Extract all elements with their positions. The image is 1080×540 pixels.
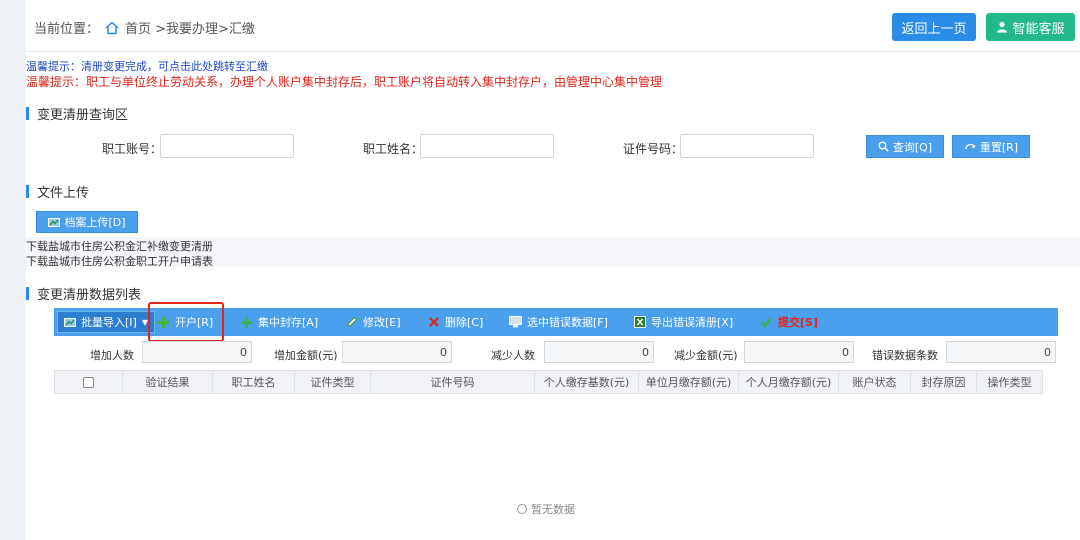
account-input[interactable]: [160, 134, 294, 158]
central-seal-button[interactable]: 集中封存[A]: [240, 308, 318, 336]
column-header[interactable]: 账户状态: [839, 371, 911, 393]
back-button-label: 返回上一页: [901, 21, 967, 37]
delete-button[interactable]: 删除[C]: [428, 308, 483, 336]
query-section-title-text: 变更清册查询区: [37, 108, 129, 123]
empty-state: 暂无数据: [517, 501, 575, 517]
error-count-label: 错误数据条数: [872, 349, 938, 362]
column-header[interactable]: 证件类型: [295, 371, 371, 393]
add-amount-value: 0: [342, 341, 452, 363]
search-button[interactable]: 查询[Q]: [866, 135, 944, 158]
select-errors-button[interactable]: 选中错误数据[F]: [509, 308, 608, 336]
back-button[interactable]: 返回上一页: [892, 13, 976, 41]
search-button-label: 查询[Q]: [892, 140, 933, 154]
tip-warning: 温馨提示：职工与单位终止劳动关系，办理个人账户集中封存后，职工账户将自动转入集中…: [26, 75, 663, 89]
add-count-value: 0: [142, 341, 252, 363]
smart-service-button[interactable]: 智能客服: [986, 13, 1075, 41]
breadcrumb: 当前位置： 首页 >我要办理>汇缴: [34, 18, 255, 37]
select-errors-label: 选中错误数据[F]: [527, 316, 608, 329]
batch-import-button[interactable]: 批量导入[I] ▼: [57, 311, 155, 333]
reduce-count-value: 0: [544, 341, 654, 363]
breadcrumb-label: 当前位置：: [34, 22, 100, 37]
delete-label: 删除[C]: [445, 316, 484, 329]
select-all-cell: [55, 371, 123, 393]
search-icon: [878, 141, 889, 152]
upload-section-title: 文件上传: [26, 182, 89, 201]
delete-x-icon: [429, 317, 439, 327]
home-icon[interactable]: [105, 20, 119, 35]
smart-service-label: 智能客服: [1012, 21, 1065, 37]
checkmark-icon: [760, 317, 773, 328]
top-bar: 当前位置： 首页 >我要办理>汇缴 返回上一页 智能客服: [26, 0, 1080, 52]
section-marker: [26, 287, 29, 300]
submit-label: 提交[S]: [778, 316, 818, 329]
upload-icon: [48, 217, 61, 227]
name-label: 职工姓名：: [363, 142, 424, 156]
archive-upload-button[interactable]: 档案上传[D]: [36, 211, 138, 233]
column-header[interactable]: 个人月缴存额(元): [739, 371, 839, 393]
download-open-account-form-link[interactable]: 下载盐城市住房公积金职工开户申请表: [26, 253, 213, 269]
reduce-amount-label: 减少金额(元): [674, 349, 738, 362]
tip-jump-link[interactable]: 温馨提示：清册变更完成，可点击此处跳转至汇缴: [26, 58, 268, 74]
reset-button[interactable]: 重置[R]: [952, 135, 1030, 158]
pencil-icon: [347, 316, 358, 327]
user-icon: [997, 21, 1008, 33]
export-errors-button[interactable]: 导出错误清册[X]: [634, 308, 733, 336]
table-header: 验证结果 职工姓名 证件类型 证件号码 个人缴存基数(元) 单位月缴存额(元) …: [54, 370, 1043, 394]
add-amount-label: 增加金额(元): [274, 349, 338, 362]
reset-icon: [965, 143, 975, 150]
monitor-icon: [509, 316, 522, 328]
query-section-title: 变更清册查询区: [26, 104, 128, 123]
reduce-amount-value: 0: [744, 341, 854, 363]
id-label: 证件号码：: [623, 142, 684, 156]
column-header[interactable]: 职工姓名: [213, 371, 295, 393]
list-section-title-text: 变更清册数据列表: [37, 288, 142, 303]
empty-text: 暂无数据: [531, 503, 575, 516]
column-header[interactable]: 操作类型: [977, 371, 1042, 393]
import-icon: [64, 317, 76, 327]
add-count-label: 增加人数: [90, 349, 134, 362]
column-header[interactable]: 验证结果: [123, 371, 213, 393]
export-errors-label: 导出错误清册[X]: [651, 316, 734, 329]
name-input[interactable]: [420, 134, 554, 158]
edit-button[interactable]: 修改[E]: [346, 308, 401, 336]
breadcrumb-path[interactable]: 首页 >我要办理>汇缴: [125, 18, 255, 37]
central-seal-label: 集中封存[A]: [258, 316, 319, 329]
download-change-register-link[interactable]: 下载盐城市住房公积金汇补缴变更清册: [26, 238, 213, 254]
column-header[interactable]: 封存原因: [911, 371, 977, 393]
account-label: 职工账号：: [102, 142, 163, 156]
error-count-value: 0: [946, 341, 1056, 363]
section-marker: [26, 185, 29, 198]
submit-button[interactable]: 提交[S]: [760, 308, 818, 336]
section-marker: [26, 107, 29, 120]
upload-section-title-text: 文件上传: [37, 186, 90, 201]
column-header[interactable]: 证件号码: [371, 371, 535, 393]
reduce-count-label: 减少人数: [491, 349, 535, 362]
open-account-highlight: [148, 302, 224, 342]
column-header[interactable]: 单位月缴存额(元): [639, 371, 739, 393]
reset-button-label: 重置[R]: [979, 140, 1019, 154]
edit-label: 修改[E]: [363, 316, 401, 329]
id-number-input[interactable]: [680, 134, 814, 158]
plus-icon: [241, 316, 252, 328]
batch-import-label: 批量导入[I]: [81, 316, 137, 329]
stats-row: 增加人数 0 增加金额(元) 0 减少人数 0 减少金额(元) 0 错误数据条数…: [54, 341, 1058, 365]
select-all-checkbox[interactable]: [83, 376, 94, 388]
empty-icon: [517, 504, 527, 514]
column-header[interactable]: 个人缴存基数(元): [535, 371, 639, 393]
list-section-title: 变更清册数据列表: [26, 284, 141, 303]
archive-upload-label: 档案上传[D]: [64, 216, 126, 229]
page-container: 当前位置： 首页 >我要办理>汇缴 返回上一页 智能客服 温馨提示：清册变更完成…: [26, 0, 1080, 540]
excel-icon: [634, 316, 646, 328]
